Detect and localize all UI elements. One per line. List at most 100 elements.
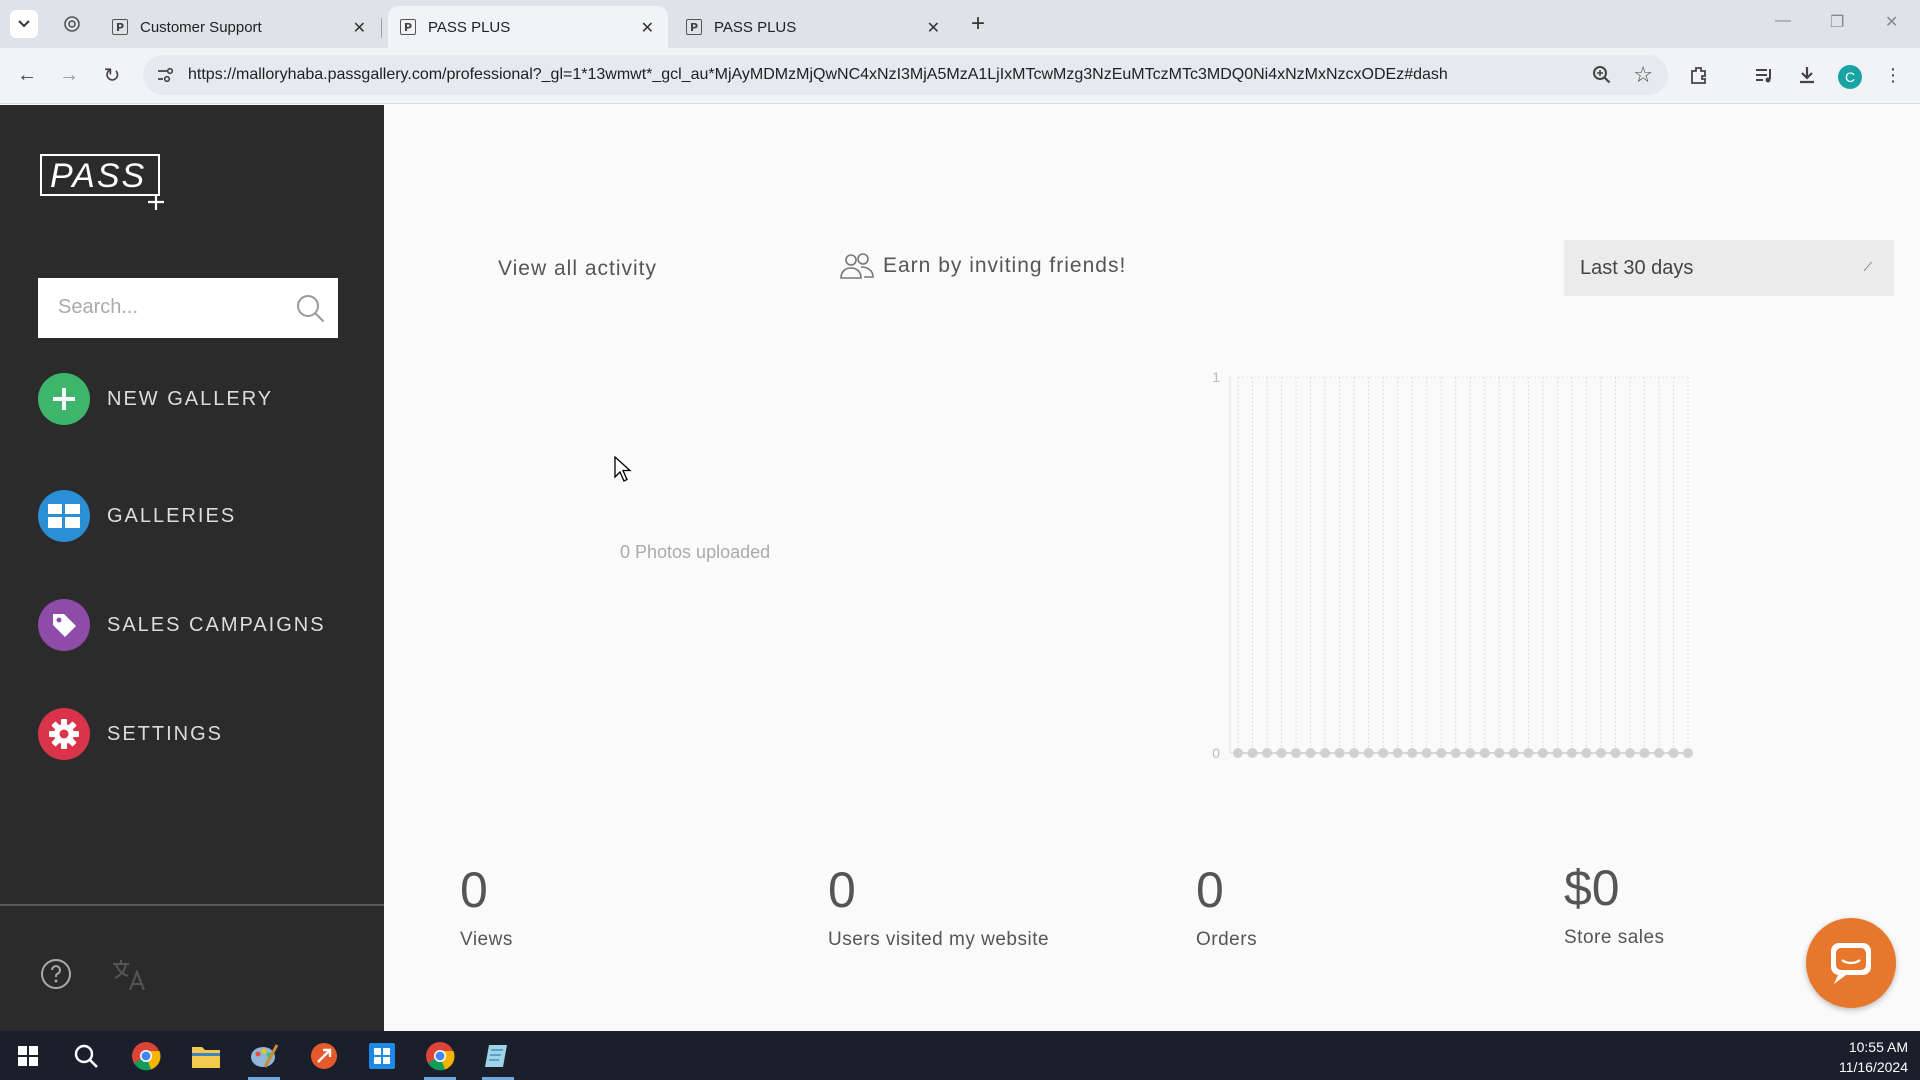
tab-pass-plus[interactable]: P PASS PLUS ✕ [674,6,954,48]
new-tab-button[interactable]: + [965,10,991,38]
sidebar-item-label: SETTINGS [107,722,224,745]
tab-search-button[interactable] [10,10,38,38]
file-explorer-icon[interactable] [182,1037,230,1075]
media-control-icon[interactable] [1751,62,1777,88]
chat-icon [1831,943,1871,984]
restore-icon[interactable]: ❐ [1830,12,1844,32]
minimize-icon[interactable]: — [1775,12,1791,30]
data-point [1276,748,1287,758]
stat-views: 0 Views [460,865,513,951]
data-point [1392,748,1403,758]
data-point [1305,748,1316,758]
data-point [1349,748,1360,758]
data-point [1595,748,1606,758]
data-point [1653,748,1664,758]
photos-uploaded-text: 0 Photos uploaded [620,542,771,562]
data-point [1421,748,1432,758]
stat-label: Store sales [1564,927,1665,948]
profile-avatar[interactable]: C [1838,65,1862,89]
store-app-icon[interactable] [358,1037,406,1075]
caret-icon: ⟋ [1863,260,1872,274]
sidebar-item-label: GALLERIES [107,504,237,527]
invite-label: Earn by inviting friends! [883,254,1127,277]
pass-plus-logo[interactable]: PASS [40,150,170,210]
y-tick-label: 1 [1212,369,1220,385]
close-tab-icon[interactable]: ✕ [927,18,940,38]
site-info-icon[interactable] [155,65,175,85]
sidebar-item-label: NEW GALLERY [107,387,274,410]
tab-favicon: P [686,19,702,35]
stat-label: Orders [1196,929,1258,950]
download-icon[interactable] [1794,62,1820,88]
activity-chart: 011720232629010407101316OctNov [1212,369,1693,761]
clock-date: 11/16/2024 [1838,1059,1908,1075]
search-icon[interactable] [294,292,326,324]
data-point [1523,748,1534,758]
search-input[interactable] [38,278,268,336]
close-window-icon[interactable]: ✕ [1885,12,1898,32]
data-point [1320,748,1331,758]
invite-friends-link[interactable]: Earn by inviting friends! [839,251,1126,281]
stat-value: 0 [828,862,856,918]
tab-strip: P Customer Support ✕ P PASS PLUS ✕ P PAS… [0,0,1920,48]
tab-customer-support[interactable]: P Customer Support ✕ [100,6,382,48]
sidebar-divider [0,904,384,906]
close-tab-icon[interactable]: ✕ [641,18,654,38]
data-point [1581,748,1592,758]
zoom-icon[interactable] [1591,64,1613,86]
taskbar-search-icon[interactable] [62,1037,110,1075]
sidebar-item-settings[interactable]: SETTINGS [38,708,223,760]
chevron-down-icon [18,20,30,28]
sidebar-item-sales-campaigns[interactable]: SALES CAMPAIGNS [38,599,326,651]
windows-start-icon[interactable] [4,1037,52,1075]
grid-icon [38,490,90,542]
chrome-active-icon[interactable] [416,1037,464,1080]
stat-value: $0 [1564,860,1620,916]
y-tick-label: 0 [1212,745,1220,761]
chrome-icon[interactable] [122,1037,170,1075]
data-point [1450,748,1461,758]
data-point [1624,748,1635,758]
system-clock[interactable]: 10:55 AM 11/16/2024 [1839,1037,1908,1077]
tag-icon [38,599,90,651]
sidebar: PASS NEW GALLERY GALLERIES SALES CAMPAIG… [0,105,384,1031]
windows-taskbar: 10:55 AM 11/16/2024 [0,1031,1920,1080]
sidebar-item-new-gallery[interactable]: NEW GALLERY [38,373,273,425]
globe-icon[interactable] [62,14,82,34]
date-range-value: Last 30 days [1580,256,1694,279]
tab-title: PASS PLUS [714,18,797,36]
translate-icon[interactable] [110,956,148,994]
stat-users-visited: 0 Users visited my website [828,865,1049,951]
forward-icon[interactable]: → [54,60,84,90]
stat-label: Views [460,929,513,950]
chat-support-button[interactable] [1806,918,1896,1008]
dashboard-main: View all activity Earn by inviting frien… [384,105,1920,1031]
extensions-icon[interactable] [1686,62,1712,88]
data-point [1494,748,1505,758]
date-range-select[interactable]: Last 30 days ⟋ [1564,240,1894,296]
gear-icon [38,708,90,760]
data-point [1436,748,1447,758]
sidebar-item-galleries[interactable]: GALLERIES [38,490,236,542]
data-point [1378,748,1389,758]
reload-icon[interactable]: ↻ [97,60,127,90]
url-text: https://malloryhaba.passgallery.com/prof… [188,66,1448,83]
notes-app-icon[interactable] [474,1037,522,1080]
data-point [1479,748,1490,758]
bookmark-star-icon[interactable]: ☆ [1633,62,1653,88]
tab-pass-plus-active[interactable]: P PASS PLUS ✕ [388,6,668,48]
data-point [1610,748,1621,758]
data-point [1639,748,1650,758]
stat-store-sales: $0 Store sales [1564,863,1665,949]
stat-value: 0 [1196,862,1224,918]
remote-app-icon[interactable] [300,1037,348,1075]
more-menu-icon[interactable]: ⋮ [1880,62,1906,88]
view-all-activity-link[interactable]: View all activity [498,257,657,281]
back-icon[interactable]: ← [12,60,42,90]
data-point [1233,748,1243,758]
tab-separator [381,18,382,38]
address-bar[interactable]: https://malloryhaba.passgallery.com/prof… [143,55,1668,95]
help-icon[interactable] [40,958,72,990]
paint-app-icon[interactable] [240,1037,288,1080]
close-tab-icon[interactable]: ✕ [353,18,366,38]
